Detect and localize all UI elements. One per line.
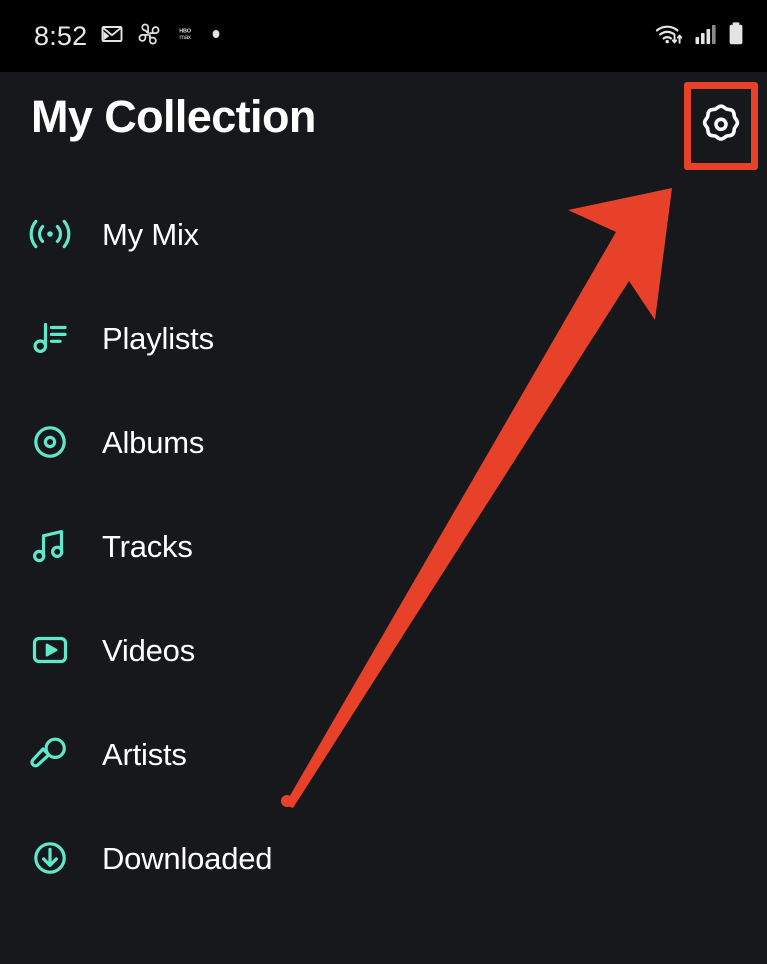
wifi-icon: [655, 21, 685, 52]
playlist-note-icon: [22, 312, 78, 364]
nav-item-label: Playlists: [102, 320, 214, 356]
dot-indicator-icon: [209, 27, 223, 46]
nav-item-videos[interactable]: Videos: [0, 598, 767, 702]
nav-item-label: Videos: [102, 632, 196, 668]
collection-nav-list: My Mix Playlists Albums Tracks Videos Ar…: [0, 182, 767, 910]
gmail-icon: [100, 22, 124, 51]
battery-icon: [727, 21, 745, 52]
nav-item-playlists[interactable]: Playlists: [0, 286, 767, 390]
nav-item-albums[interactable]: Albums: [0, 390, 767, 494]
nav-item-downloaded[interactable]: Downloaded: [0, 806, 767, 910]
status-bar-clock: 8:52: [34, 20, 88, 51]
phone-screen: 8:52 HBO max My Collection My Mix Playli…: [0, 0, 767, 964]
page-title: My Collection: [31, 91, 316, 142]
nav-item-my-mix[interactable]: My Mix: [0, 182, 767, 286]
hbo-max-icon: HBO max: [174, 23, 196, 50]
microphone-icon: [22, 728, 78, 780]
video-play-icon: [22, 624, 78, 676]
google-photos-icon: [137, 22, 161, 51]
nav-item-label: My Mix: [102, 216, 199, 252]
nav-item-label: Tracks: [102, 528, 193, 564]
status-bar: 8:52 HBO max: [0, 0, 767, 72]
cellular-signal-icon: [694, 22, 718, 51]
nav-item-tracks[interactable]: Tracks: [0, 494, 767, 598]
settings-button[interactable]: [684, 82, 758, 170]
nav-item-label: Artists: [102, 736, 187, 772]
nav-item-label: Downloaded: [102, 840, 273, 876]
vinyl-record-icon: [22, 416, 78, 468]
svg-text:max: max: [180, 34, 192, 41]
gear-icon: [699, 102, 743, 151]
nav-item-artists[interactable]: Artists: [0, 702, 767, 806]
nav-item-label: Albums: [102, 424, 205, 460]
broadcast-waves-icon: [22, 208, 78, 260]
status-bar-right: [655, 21, 745, 52]
music-notes-icon: [22, 520, 78, 572]
download-circle-icon: [22, 832, 78, 884]
page-header: My Collection: [0, 72, 767, 182]
status-bar-left: 8:52 HBO max: [34, 22, 223, 51]
